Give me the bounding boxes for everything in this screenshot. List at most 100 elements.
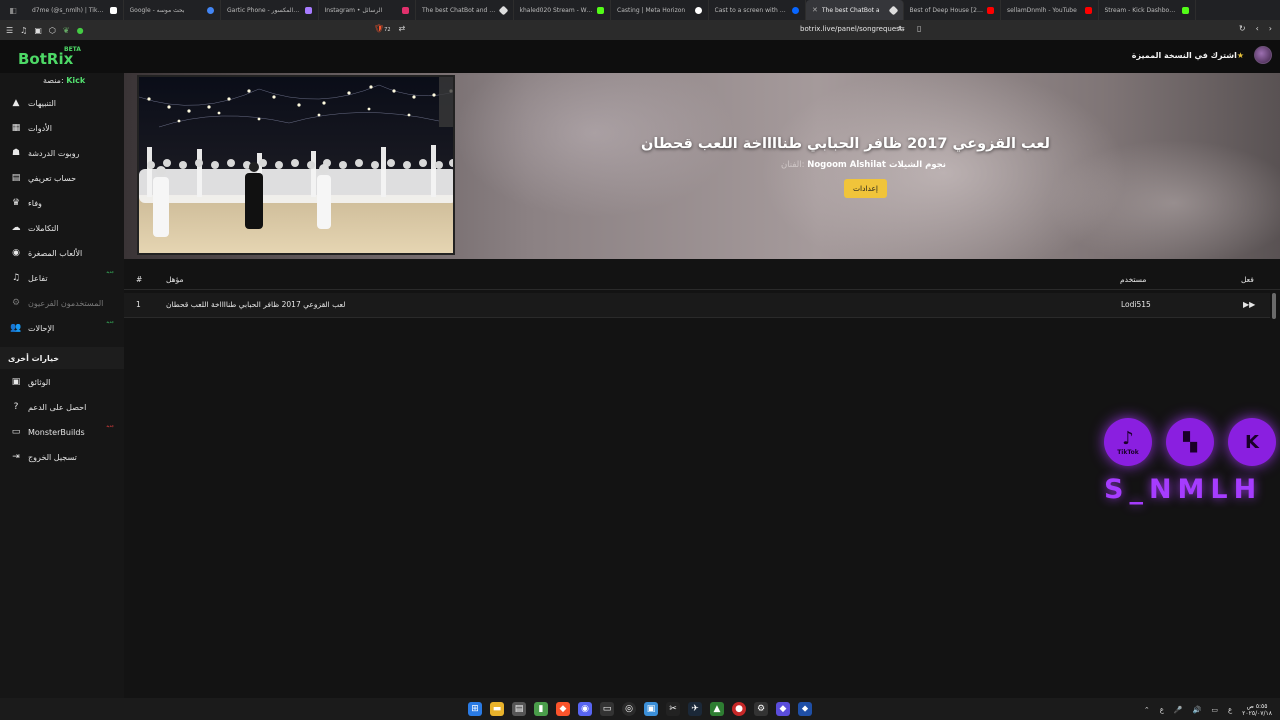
close-icon[interactable]: ✕ (812, 6, 818, 14)
sidebar-item-alerts[interactable]: ▲ التنبيهات (10, 94, 120, 112)
sidebar-item-label: التكاملات (28, 223, 59, 233)
notepad-icon[interactable]: ▮ (534, 702, 548, 716)
sidebar-item-loyalty[interactable]: ♛ وفاء (10, 194, 120, 212)
speaker-icon[interactable]: 🔊 (1193, 706, 1202, 714)
menu-icon[interactable]: ☰ (6, 26, 13, 35)
sidebar-item-label: روبوت الدردشة (28, 148, 80, 158)
sidebar-item-chatbot[interactable]: ☗ روبوت الدردشة (10, 144, 120, 162)
streamer-handle: S_NMLH (1104, 474, 1263, 505)
warning-icon: ▲ (12, 98, 20, 108)
store-icon[interactable]: ▤ (512, 702, 526, 716)
table-row[interactable]: 1 لعب القزوعي 2017 ظافر الحبابي طنااااخة… (124, 293, 1270, 318)
leaf-icon[interactable]: ❦ (63, 26, 70, 35)
book-icon: ▣ (11, 377, 21, 387)
network-icon[interactable]: ▭ (1211, 706, 1218, 714)
sidebar-item-label: تسجيل الخروج (28, 452, 77, 462)
browser-tab[interactable]: sellamDnmlh - YouTube (1001, 0, 1099, 20)
settings-icon[interactable]: ⚙ (754, 702, 768, 716)
check-icon[interactable]: ● (77, 26, 84, 35)
record-icon[interactable]: ● (732, 702, 746, 716)
chevron-up-icon[interactable]: ⌃ (1144, 706, 1150, 714)
instagram-icon (402, 6, 409, 14)
browser-tab[interactable]: Casting | Meta Horizon (611, 0, 709, 20)
language-icon[interactable]: ع (1160, 706, 1164, 714)
obs-icon[interactable]: ◎ (622, 702, 636, 716)
network-app-icon[interactable]: ⬥ (798, 702, 812, 716)
sidebar-item-minigames[interactable]: ◉ الألعاب المصغرة (10, 244, 120, 262)
sidebar-item-tools[interactable]: ▦ الأدوات (10, 119, 120, 137)
browser-tab[interactable]: Gartic Phone - الطالب المكسور (221, 0, 319, 20)
browser-tab[interactable]: Stream - Kick Dashboard (1099, 0, 1196, 20)
brave-shield-icon[interactable]: 🛡72 (374, 24, 391, 33)
browser-tab[interactable]: Instagram • الرسائل (319, 0, 416, 20)
lock-icon[interactable]: ▲ (710, 702, 724, 716)
tab-menu-icon[interactable]: ◧ (0, 6, 26, 15)
kick-icon: K (1228, 418, 1276, 466)
bookmark-icon[interactable]: ▯ (917, 24, 921, 33)
sidebar-item-profile[interactable]: ▤ حساب تعريفي (10, 169, 120, 187)
platform-value: Kick (66, 76, 86, 85)
sidebar-item-monsterbuilds[interactable]: ▭ MonsterBuilds جديد (10, 423, 120, 441)
vr-icon[interactable]: ▭ (600, 702, 614, 716)
reload-icon[interactable]: ↻ (1239, 24, 1246, 33)
back-icon[interactable]: ‹ (1256, 24, 1259, 33)
sidebar-item-referrals[interactable]: 👥 الإحالات جديد (10, 319, 120, 337)
browser-tab[interactable]: Best of Deep House [2025] (904, 0, 1001, 20)
sidebar-item-docs[interactable]: ▣ الوثائق (10, 373, 120, 391)
capcut-icon[interactable]: ✂ (666, 702, 680, 716)
song-artist: الفنان: Nogoom Alshilat نجوم الشيلات (700, 160, 946, 170)
sidebar-item-logout[interactable]: ⇥ تسجيل الخروج (10, 448, 120, 466)
sidebar-item-subusers[interactable]: ⚙ المستخدمون الفرعيون (10, 294, 120, 312)
music-icon[interactable]: ♫ (20, 26, 27, 35)
discord-icon[interactable]: ◉ (578, 702, 592, 716)
browser-tab[interactable]: Cast to a screen with Meta (709, 0, 806, 20)
url-field[interactable]: botrix.live/panel/songrequest (800, 25, 903, 33)
laptop-icon: ▭ (11, 427, 21, 437)
stream-overlay: ♪ TikTok ▚ K S_NMLH (1100, 416, 1280, 512)
browser-tab[interactable]: Google - بحث موسه (124, 0, 221, 20)
app-icon[interactable]: ▣ (644, 702, 658, 716)
new-badge: جديد (106, 423, 114, 428)
mic-icon[interactable]: 🎤 (1174, 706, 1183, 714)
platform-indicator: منصة: Kick (43, 76, 86, 85)
browser-tab-active[interactable]: ✕ The best ChatBot a (806, 0, 904, 20)
sidebar-item-support[interactable]: ? احصل على الدعم (10, 398, 120, 416)
swap-icon[interactable]: ⇆ (898, 24, 905, 33)
forward-icon[interactable]: › (1269, 24, 1272, 33)
translate-icon[interactable]: ⇄ (399, 24, 406, 33)
tiktok-icon: ♪ TikTok (1104, 418, 1152, 466)
gem-icon[interactable]: ◆ (776, 702, 790, 716)
browser-tab[interactable]: khaled020 Stream - Watch (514, 0, 611, 20)
browser-tab[interactable]: d7me (@s_nmlh) | TikTok(5) (26, 0, 124, 20)
clock-date: ٢٠٢٥/٠٧/١٨ (1242, 710, 1272, 717)
avatar[interactable] (1254, 46, 1272, 64)
help-icon: ? (13, 402, 19, 412)
sidebar-section-title: خيارات أخرى (0, 347, 124, 369)
new-badge: جديد (106, 269, 114, 274)
column-header-action: فعل (1241, 275, 1254, 284)
sidebar-item-interaction[interactable]: ♫ تفاعل جديد (10, 269, 120, 287)
file-explorer-icon[interactable]: ▬ (490, 702, 504, 716)
browser-tab[interactable]: The best ChatBot and Wid (416, 0, 514, 20)
windows-start-icon[interactable]: ⊞ (468, 702, 482, 716)
skip-forward-icon[interactable]: ▶▶ (1243, 300, 1255, 309)
song-title: لعب القزوعي 2017 ظافر الحبابي طنااااخة ا… (640, 136, 1050, 152)
botrix-logo[interactable]: BotRix BETA (18, 46, 81, 68)
scrollbar[interactable] (1272, 293, 1276, 319)
extension-icon[interactable]: ⬡ (49, 26, 56, 35)
keyboard-icon[interactable]: ع (1228, 706, 1232, 714)
premium-link[interactable]: اشترك في النسخة المميزة★ (1132, 51, 1244, 60)
sidebar-item-label: الإحالات (28, 323, 55, 333)
steam-icon[interactable]: ✈ (688, 702, 702, 716)
settings-button[interactable]: إعدادات (844, 179, 887, 198)
window-icon[interactable]: ▣ (34, 26, 42, 35)
video-thumbnail[interactable] (137, 75, 455, 255)
shield-count: 72 (384, 27, 391, 33)
botrix-icon (888, 5, 898, 15)
clock[interactable]: ٥:٥٥ ص ٢٠٢٥/٠٧/١٨ (1242, 703, 1272, 717)
users-icon: 👥 (10, 323, 22, 333)
meta-horizon-icon (694, 6, 702, 14)
premium-label: اشترك في النسخة المميزة (1131, 51, 1237, 60)
brave-icon[interactable]: ◆ (556, 702, 570, 716)
sidebar-item-integrations[interactable]: ☁ التكاملات (10, 219, 120, 237)
